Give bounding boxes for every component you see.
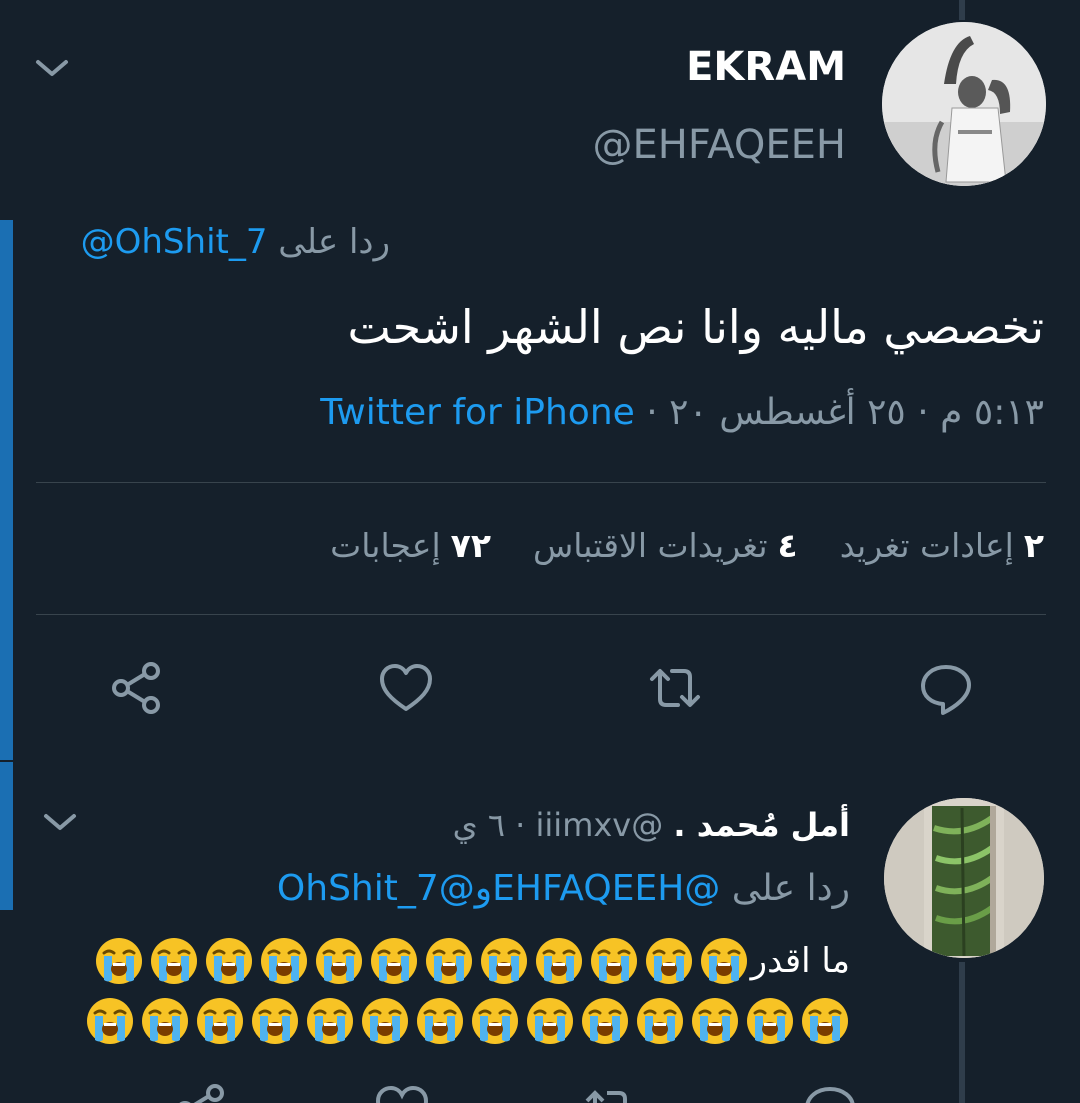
retweets-stat[interactable]: ٢إعادات تغريد xyxy=(840,526,1044,565)
loudly-crying-face-emoji xyxy=(700,938,747,984)
thread-connector-top xyxy=(959,0,965,20)
thread-highlight-bar-reply xyxy=(0,762,13,910)
tweet-source-link[interactable]: Twitter for iPhone xyxy=(320,392,635,433)
reply-share-icon[interactable] xyxy=(170,1080,230,1103)
loudly-crying-face-emoji xyxy=(747,998,793,1044)
loudly-crying-face-emoji xyxy=(692,998,738,1044)
tweet-meta: ٥:١٣ م · ٢٥ أغسطس ٢٠ · Twitter for iPhon… xyxy=(320,392,1044,433)
reply-to-link-2[interactable]: @OhShit_7 xyxy=(277,868,475,909)
author-avatar[interactable] xyxy=(882,22,1046,186)
tweet-date: ٢٥ أغسطس ٢٠ xyxy=(669,392,906,433)
quotes-stat[interactable]: ٤تغريدات الاقتباس xyxy=(533,526,798,565)
loudly-crying-face-emoji xyxy=(87,998,133,1044)
loudly-crying-face-emoji xyxy=(535,938,582,984)
like-icon[interactable] xyxy=(376,658,436,718)
loudly-crying-face-emoji xyxy=(142,998,188,1044)
loudly-crying-face-emoji xyxy=(362,998,408,1044)
loudly-crying-face-emoji xyxy=(417,998,463,1044)
loudly-crying-face-emoji xyxy=(307,998,353,1044)
loudly-crying-face-emoji xyxy=(315,938,362,984)
reply-replying-to: ردا على @EHFAQEEHو@OhShit_7 xyxy=(276,868,850,909)
loudly-crying-face-emoji xyxy=(637,998,683,1044)
thread-highlight-bar xyxy=(0,220,13,760)
reply-age: ٦ ي xyxy=(452,806,505,844)
reply-header: أمل مُحمد . @iiimxv · ٦ ي xyxy=(452,806,850,844)
reply-reply-icon[interactable] xyxy=(800,1080,860,1103)
replying-to: ردا على @OhShit_7 xyxy=(81,222,390,262)
loudly-crying-face-emoji xyxy=(527,998,573,1044)
loudly-crying-face-emoji xyxy=(590,938,637,984)
share-icon[interactable] xyxy=(106,658,166,718)
author-handle[interactable]: @EHFAQEEH xyxy=(593,122,846,168)
reply-text-line-1: ما اقدر xyxy=(89,936,850,986)
likes-stat[interactable]: ٧٢إعجابات xyxy=(330,526,491,565)
loudly-crying-face-emoji xyxy=(472,998,518,1044)
tweet-text: تخصصي ماليه وانا نص الشهر اشحت xyxy=(347,300,1044,354)
divider xyxy=(36,482,1046,483)
loudly-crying-face-emoji xyxy=(480,938,527,984)
loudly-crying-face-emoji xyxy=(370,938,417,984)
loudly-crying-face-emoji xyxy=(95,938,142,984)
loudly-crying-face-emoji xyxy=(645,938,692,984)
reply-author-handle[interactable]: @iiimxv xyxy=(536,806,664,844)
author-name[interactable]: EKRAM xyxy=(686,44,846,90)
loudly-crying-face-emoji xyxy=(252,998,298,1044)
loudly-crying-face-emoji xyxy=(582,998,628,1044)
loudly-crying-face-emoji xyxy=(425,938,472,984)
reply-text: ما اقدر xyxy=(750,941,850,981)
loudly-crying-face-emoji xyxy=(260,938,307,984)
tweet-stats: ٢إعادات تغريد ٤تغريدات الاقتباس ٧٢إعجابا… xyxy=(330,526,1044,565)
reply-author-avatar[interactable] xyxy=(884,798,1044,958)
reply-action-bar xyxy=(0,1080,1080,1103)
divider xyxy=(36,614,1046,615)
loudly-crying-face-emoji xyxy=(197,998,243,1044)
reply-to-link[interactable]: @OhShit_7 xyxy=(81,222,268,262)
reply-icon[interactable] xyxy=(916,658,976,718)
reply-text-line-2 xyxy=(80,996,850,1046)
loudly-crying-face-emoji xyxy=(802,998,848,1044)
tweet-menu-chevron-icon[interactable] xyxy=(32,48,72,88)
reply-retweet-icon[interactable] xyxy=(580,1080,640,1103)
loudly-crying-face-emoji xyxy=(205,938,252,984)
reply-to-link-1[interactable]: @EHFAQEEH xyxy=(492,868,720,909)
reply-author-name[interactable]: أمل مُحمد . xyxy=(673,806,850,844)
retweet-icon[interactable] xyxy=(645,658,705,718)
reply-prefix: ردا على xyxy=(278,222,390,262)
reply-menu-chevron-icon[interactable] xyxy=(40,802,80,842)
reply-like-icon[interactable] xyxy=(372,1080,432,1103)
tweet-time: ٥:١٣ م xyxy=(940,392,1044,433)
loudly-crying-face-emoji xyxy=(150,938,197,984)
